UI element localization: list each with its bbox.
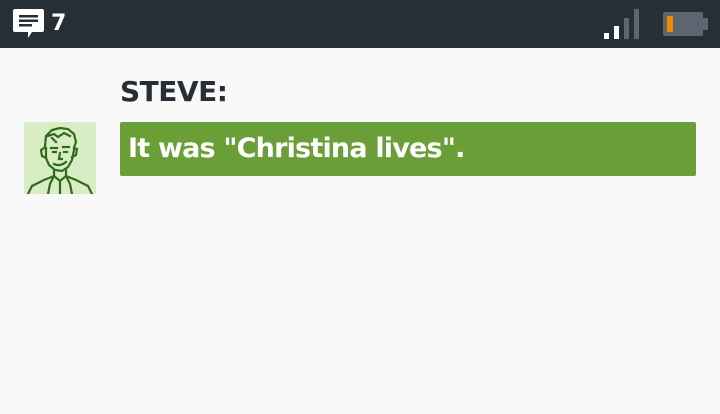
battery-icon	[663, 12, 708, 36]
signal-icon	[604, 9, 639, 39]
speaker-name: STEVE:	[120, 75, 228, 108]
status-bar: 7	[0, 0, 720, 48]
avatar	[24, 122, 96, 196]
message-count: 7	[51, 11, 67, 36]
steve-portrait-icon	[26, 126, 94, 196]
chat-icon[interactable]	[12, 8, 45, 41]
dialogue-bubble[interactable]: It was "Christina lives".	[120, 122, 696, 176]
dialogue-text: It was "Christina lives".	[128, 133, 465, 164]
